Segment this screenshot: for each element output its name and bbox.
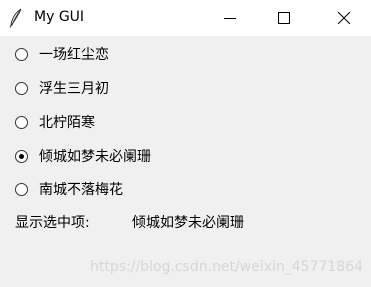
selection-value: 倾城如梦未必阑珊 [132, 215, 244, 231]
watermark-text: https://blog.csdn.net/weixin_45771864 [90, 259, 364, 275]
selection-label: 显示选中项: [15, 215, 90, 231]
radio-option-4[interactable]: 倾城如梦未必阑珊 [14, 145, 151, 167]
maximize-icon [278, 12, 290, 24]
feather-icon [8, 8, 24, 28]
radio-option-5[interactable]: 南城不落梅花 [14, 178, 123, 200]
radio-option-3[interactable]: 北柠陌寒 [14, 111, 95, 133]
app-window: My GUI 一场红尘恋 浮生三月初 北柠陌寒 倾城如梦未必阑珊 南城不落梅花 … [0, 0, 371, 287]
radio-button[interactable] [15, 115, 28, 129]
radio-button-selected[interactable] [15, 149, 28, 163]
minimize-icon [224, 18, 236, 19]
radio-label: 北柠陌寒 [39, 115, 95, 131]
title-bar[interactable]: My GUI [0, 0, 371, 36]
radio-label: 浮生三月初 [39, 81, 109, 97]
client-area: 一场红尘恋 浮生三月初 北柠陌寒 倾城如梦未必阑珊 南城不落梅花 显示选中项: … [0, 36, 371, 287]
window-title: My GUI [34, 9, 85, 25]
radio-option-2[interactable]: 浮生三月初 [14, 77, 109, 99]
radio-label: 南城不落梅花 [39, 182, 123, 198]
close-button[interactable] [321, 0, 367, 36]
radio-label: 倾城如梦未必阑珊 [39, 149, 151, 165]
maximize-button[interactable] [261, 0, 307, 36]
minimize-button[interactable] [207, 0, 253, 36]
radio-button[interactable] [15, 81, 28, 95]
close-icon [338, 12, 350, 24]
radio-button[interactable] [15, 47, 28, 61]
radio-label: 一场红尘恋 [39, 47, 109, 63]
radio-button[interactable] [15, 182, 28, 196]
radio-option-1[interactable]: 一场红尘恋 [14, 43, 109, 65]
